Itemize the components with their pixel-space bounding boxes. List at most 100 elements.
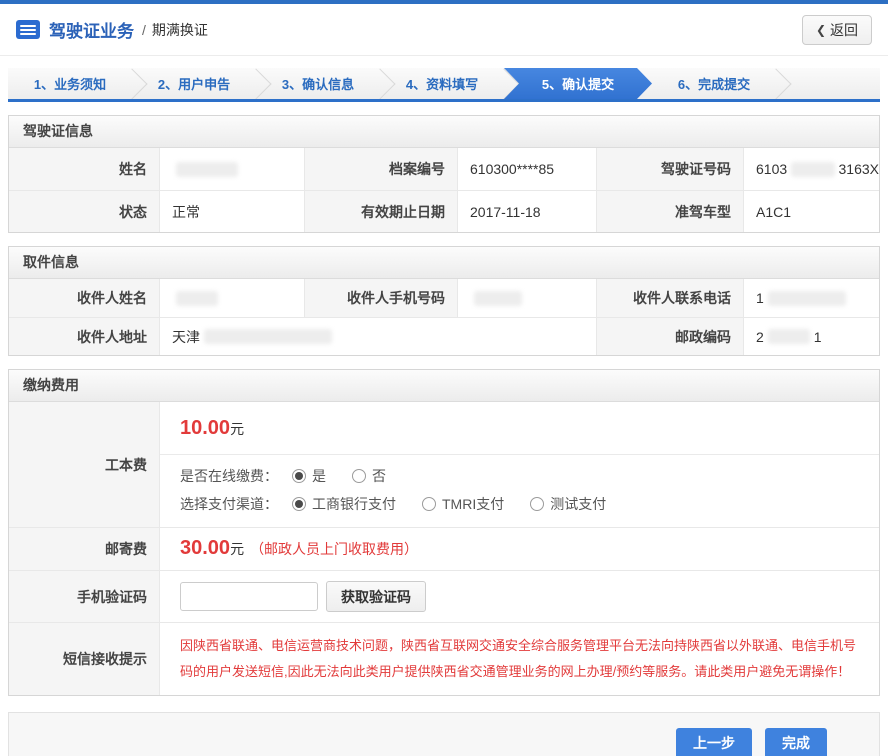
step-tab-3[interactable]: 3、确认信息 [256,68,380,99]
sms-code-row: 手机验证码 获取验证码 [9,570,879,622]
postcode-prefix: 2 [756,329,764,345]
channel-tmri-option[interactable]: TMRI支付 [422,494,504,514]
back-button-label: 返回 [830,20,858,40]
license-info-title: 驾驶证信息 [9,116,879,148]
online-payment-line: 是否在线缴费： 是 否 [180,466,859,486]
postage-label: 邮寄费 [9,528,159,570]
radio-yes-checked[interactable] [292,469,306,483]
recipient-phone-prefix: 1 [756,290,764,306]
online-pay-no-option[interactable]: 否 [352,466,386,486]
channel-test-option[interactable]: 测试支付 [530,494,606,514]
radio-test[interactable] [530,497,544,511]
step-tab-5-label: 5、确认提交 [542,74,614,93]
channel-icbc-label: 工商银行支付 [312,494,396,514]
payment-channel-label: 选择支付渠道： [180,494,278,514]
currency-unit: 元 [230,421,244,437]
payment-channel-line: 选择支付渠道： 工商银行支付 TMRI支付 测试支付 [180,494,859,514]
production-fee-content: 10.00元 是否在线缴费： 是 否 选择支付渠道： [159,402,879,527]
expiry-label: 有效期止日期 [305,190,457,232]
pickup-info-row-1: 收件人姓名 收件人手机号码 收件人联系电话 1 [9,279,879,317]
license-form-icon [16,20,40,39]
radio-tmri[interactable] [422,497,436,511]
step-tab-4[interactable]: 4、资料填写 [380,68,504,99]
step-tab-3-label: 3、确认信息 [282,74,354,93]
postage-currency-unit: 元 [230,539,244,559]
app-title: 驾驶证业务 [49,17,134,42]
step-tab-1-label: 1、业务须知 [34,74,106,93]
status-value: 正常 [159,190,305,232]
online-payment-label: 是否在线缴费： [180,466,278,486]
step-tab-1[interactable]: 1、业务须知 [8,68,132,99]
production-fee-row: 工本费 10.00元 是否在线缴费： 是 否 选择 [9,402,879,527]
done-button[interactable]: 完成 [765,728,827,756]
name-label: 姓名 [9,148,159,190]
license-info-row-2: 状态 正常 有效期止日期 2017-11-18 准驾车型 A1C1 [9,190,879,232]
license-info-row-1: 姓名 档案编号 610300****85 驾驶证号码 6103 3163X [9,148,879,190]
step-tab-6-label: 6、完成提交 [678,74,750,93]
fees-panel: 缴纳费用 工本费 10.00元 是否在线缴费： 是 否 [8,369,880,696]
sms-code-label: 手机验证码 [9,571,159,622]
radio-icbc-checked[interactable] [292,497,306,511]
file-number-value: 610300****85 [457,148,597,190]
sms-code-input[interactable] [180,582,318,611]
vehicle-class-value: A1C1 [743,190,879,232]
online-yes-label: 是 [312,466,326,486]
status-label: 状态 [9,190,159,232]
expiry-value: 2017-11-18 [457,190,597,232]
back-button[interactable]: ❮ 返回 [802,15,872,45]
fees-title: 缴纳费用 [9,370,879,402]
sms-code-content: 获取验证码 [159,571,879,622]
sms-tip-text: 因陕西省联通、电信运营商技术问题，陕西省互联网交通安全综合服务管理平台无法向持陕… [159,623,879,695]
file-number-label: 档案编号 [305,148,457,190]
channel-test-label: 测试支付 [550,494,606,514]
recipient-phone-value: 1 [743,279,879,317]
channel-tmri-label: TMRI支付 [442,494,504,514]
license-number-suffix: 3163X [839,161,879,177]
production-fee-amount-line: 10.00元 [160,402,879,455]
page-header: 驾驶证业务 / 期满换证 ❮ 返回 [0,4,888,56]
get-code-button[interactable]: 获取验证码 [326,581,426,612]
recipient-mobile-label: 收件人手机号码 [305,279,457,317]
pickup-info-row-2: 收件人地址 天津 邮政编码 21 [9,317,879,355]
name-value [159,148,305,190]
step-tab-2[interactable]: 2、用户申告 [132,68,256,99]
step-tab-4-label: 4、资料填写 [406,74,478,93]
license-number-label: 驾驶证号码 [597,148,743,190]
online-no-label: 否 [372,466,386,486]
previous-step-button[interactable]: 上一步 [676,728,752,756]
recipient-mobile-value [457,279,597,317]
postcode-label: 邮政编码 [597,317,743,355]
postage-note: （邮政人员上门收取费用） [250,539,418,559]
production-fee-label: 工本费 [9,402,159,527]
recipient-name-value [159,279,305,317]
recipient-name-label: 收件人姓名 [9,279,159,317]
breadcrumb-page-title: 期满换证 [152,20,208,40]
step-tab-2-label: 2、用户申告 [158,74,230,93]
postage-fee-row: 邮寄费 30.00元 （邮政人员上门收取费用） [9,527,879,570]
breadcrumb-separator: / [142,22,146,38]
footer-action-bar: 上一步 完成 [8,712,880,756]
recipient-phone-label: 收件人联系电话 [597,279,743,317]
step-progress-bar: 1、业务须知 2、用户申告 3、确认信息 4、资料填写 5、确认提交 6、完成提… [8,68,880,102]
production-fee-amount: 10.00 [180,417,230,439]
pickup-info-title: 取件信息 [9,247,879,279]
postage-amount: 30.00 [180,537,230,560]
back-chevron-icon: ❮ [816,23,826,37]
pickup-info-panel: 取件信息 收件人姓名 收件人手机号码 收件人联系电话 1 收件人地址 天津 邮政… [8,246,880,356]
license-number-prefix: 6103 [756,161,787,177]
sms-tip-label: 短信接收提示 [9,623,159,695]
payment-options: 是否在线缴费： 是 否 选择支付渠道： 工商银行支付 [160,455,879,527]
address-value: 天津 [159,317,597,355]
address-label: 收件人地址 [9,317,159,355]
radio-no[interactable] [352,469,366,483]
channel-icbc-option[interactable]: 工商银行支付 [292,494,396,514]
address-prefix: 天津 [172,327,200,347]
online-pay-yes-option[interactable]: 是 [292,466,326,486]
step-tab-5-active[interactable]: 5、确认提交 [504,68,652,99]
license-info-panel: 驾驶证信息 姓名 档案编号 610300****85 驾驶证号码 6103 316… [8,115,880,233]
postcode-value: 21 [743,317,879,355]
postcode-suffix: 1 [814,329,822,345]
step-tab-6[interactable]: 6、完成提交 [652,68,776,99]
license-number-value: 6103 3163X [743,148,879,190]
vehicle-class-label: 准驾车型 [597,190,743,232]
